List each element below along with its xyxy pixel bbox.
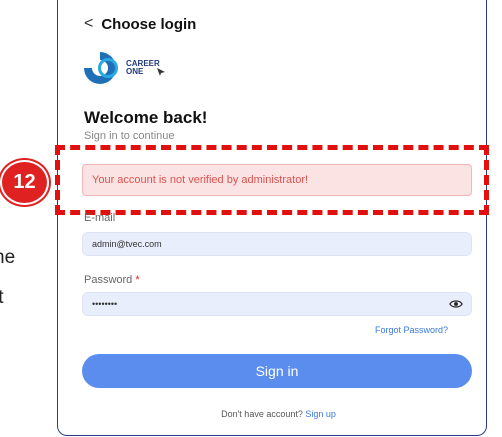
forgot-password-link[interactable]: Forgot Password? xyxy=(375,325,448,335)
page-subtitle: Sign in to continue xyxy=(84,130,175,142)
sign-in-button[interactable]: Sign in xyxy=(82,354,472,388)
required-marker: * xyxy=(135,274,140,286)
password-field[interactable]: •••••••• xyxy=(82,292,472,316)
email-field[interactable]: admin@tvec.com xyxy=(82,232,472,256)
back-button[interactable]: < Choose login xyxy=(84,15,196,33)
back-label: Choose login xyxy=(101,15,197,33)
annotation-highlight-box xyxy=(55,145,489,215)
page-title: Welcome back! xyxy=(84,108,208,127)
app-logo: CAREER ONE xyxy=(84,52,166,84)
logo-icon xyxy=(84,52,120,84)
eye-icon[interactable] xyxy=(449,297,463,311)
password-value: •••••••• xyxy=(92,299,118,309)
sign-up-link[interactable]: Sign up xyxy=(305,409,336,419)
chevron-left-icon: < xyxy=(84,15,94,32)
annotation-badge: 12 xyxy=(0,160,49,205)
cropped-text-fragment: it xyxy=(0,287,4,308)
cropped-text-fragment: ne xyxy=(0,247,16,268)
email-label: E-mail xyxy=(84,212,116,224)
password-label: Password * xyxy=(84,274,140,286)
logo-wordmark: CAREER ONE xyxy=(126,59,160,76)
signup-prompt: Don't have account? Sign up xyxy=(221,409,336,419)
cursor-icon xyxy=(156,68,165,76)
